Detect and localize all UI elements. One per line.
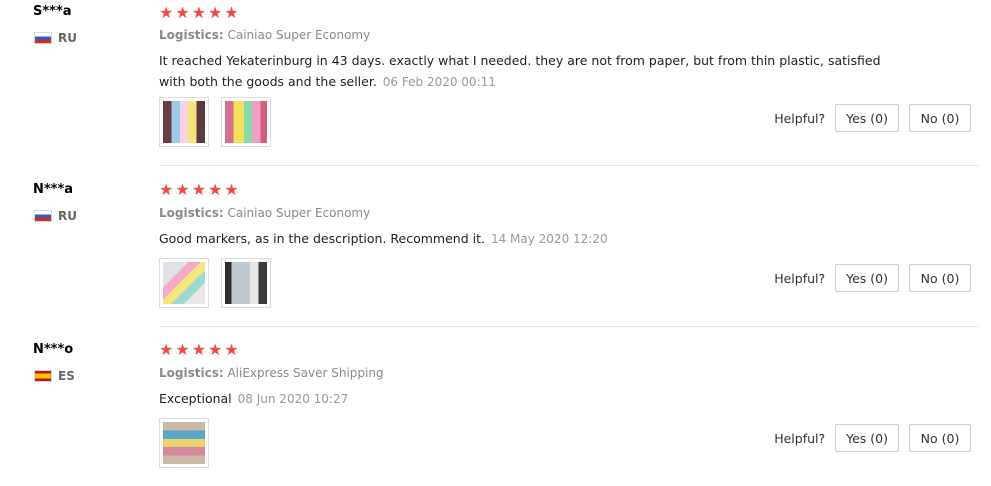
logistics-label: Logistics: [159, 206, 224, 220]
review-item: S***a RU ★ ★ ★ ★ ★ Logistics: Cainiao Su… [0, 0, 991, 166]
review-date: 14 May 2020 12:20 [490, 232, 608, 246]
star-icon: ★ [159, 340, 174, 359]
logistics-value: Cainiao Super Economy [227, 28, 371, 42]
reviewer-name: N***o [33, 342, 74, 357]
logistics-value: AliExpress Saver Shipping [227, 366, 384, 380]
review-comment: It reached Yekaterinburg in 43 days. exa… [159, 50, 899, 93]
helpful-label: Helpful? [774, 270, 826, 286]
logistics-value: Cainiao Super Economy [227, 206, 371, 220]
review-comment: Exceptional 08 Jun 2020 10:27 [159, 388, 899, 410]
review-photos [159, 418, 209, 468]
helpful-no-button[interactable]: No (0) [909, 104, 971, 132]
star-icon: ★ [224, 340, 239, 359]
helpful-no-button[interactable]: No (0) [909, 264, 971, 292]
review-photo-thumbnail[interactable] [159, 258, 209, 308]
reviewer-name: S***a [33, 4, 72, 19]
spain-flag-icon [34, 370, 52, 382]
helpful-label: Helpful? [774, 430, 826, 446]
review-photo-thumbnail[interactable] [221, 258, 271, 308]
helpful-label: Helpful? [774, 110, 826, 126]
review-item: N***o ES ★ ★ ★ ★ ★ Logistics: AliExpress… [0, 326, 991, 486]
logistics-info: Logistics: AliExpress Saver Shipping [159, 366, 384, 380]
star-icon: ★ [191, 340, 207, 359]
review-photos [159, 258, 271, 308]
comment-text: It reached Yekaterinburg in 43 days. exa… [159, 53, 881, 89]
reviewer-country: ES [34, 369, 75, 383]
star-icon: ★ [191, 180, 207, 199]
helpful-controls: Helpful? Yes (0) No (0) [774, 104, 971, 132]
helpful-yes-button[interactable]: Yes (0) [835, 424, 899, 452]
star-icon: ★ [159, 3, 174, 22]
helpful-controls: Helpful? Yes (0) No (0) [774, 424, 971, 452]
helpful-yes-button[interactable]: Yes (0) [835, 104, 899, 132]
reviewer-name: N***a [33, 182, 74, 197]
star-icon: ★ [208, 180, 223, 199]
star-rating: ★ ★ ★ ★ ★ [159, 342, 239, 358]
star-icon: ★ [175, 180, 190, 199]
review-date: 06 Feb 2020 00:11 [382, 75, 496, 89]
star-icon: ★ [175, 340, 190, 359]
star-rating: ★ ★ ★ ★ ★ [159, 182, 239, 198]
comment-text: Exceptional [159, 391, 232, 406]
helpful-yes-button[interactable]: Yes (0) [835, 264, 899, 292]
review-date: 08 Jun 2020 10:27 [237, 392, 349, 406]
star-icon: ★ [208, 3, 223, 22]
review-comment: Good markers, as in the description. Rec… [159, 228, 899, 250]
logistics-label: Logistics: [159, 28, 224, 42]
review-photos [159, 97, 271, 147]
logistics-info: Logistics: Cainiao Super Economy [159, 28, 370, 42]
review-photo-thumbnail[interactable] [159, 97, 209, 147]
star-rating: ★ ★ ★ ★ ★ [159, 5, 239, 21]
star-icon: ★ [175, 3, 190, 22]
helpful-controls: Helpful? Yes (0) No (0) [774, 264, 971, 292]
review-photo-thumbnail[interactable] [221, 97, 271, 147]
logistics-label: Logistics: [159, 366, 224, 380]
country-code: RU [58, 209, 77, 223]
comment-text: Good markers, as in the description. Rec… [159, 231, 485, 246]
russia-flag-icon [34, 210, 52, 222]
helpful-no-button[interactable]: No (0) [909, 424, 971, 452]
reviews-feed: S***a RU ★ ★ ★ ★ ★ Logistics: Cainiao Su… [0, 0, 991, 476]
star-icon: ★ [208, 340, 223, 359]
russia-flag-icon [34, 32, 52, 44]
reviewer-country: RU [34, 209, 77, 223]
star-icon: ★ [224, 180, 239, 199]
star-icon: ★ [191, 3, 207, 22]
country-code: RU [58, 31, 77, 45]
country-code: ES [58, 369, 75, 383]
reviewer-country: RU [34, 31, 77, 45]
review-photo-thumbnail[interactable] [159, 418, 209, 468]
logistics-info: Logistics: Cainiao Super Economy [159, 206, 370, 220]
star-icon: ★ [224, 3, 239, 22]
star-icon: ★ [159, 180, 174, 199]
review-item: N***a RU ★ ★ ★ ★ ★ Logistics: Cainiao Su… [0, 166, 991, 327]
